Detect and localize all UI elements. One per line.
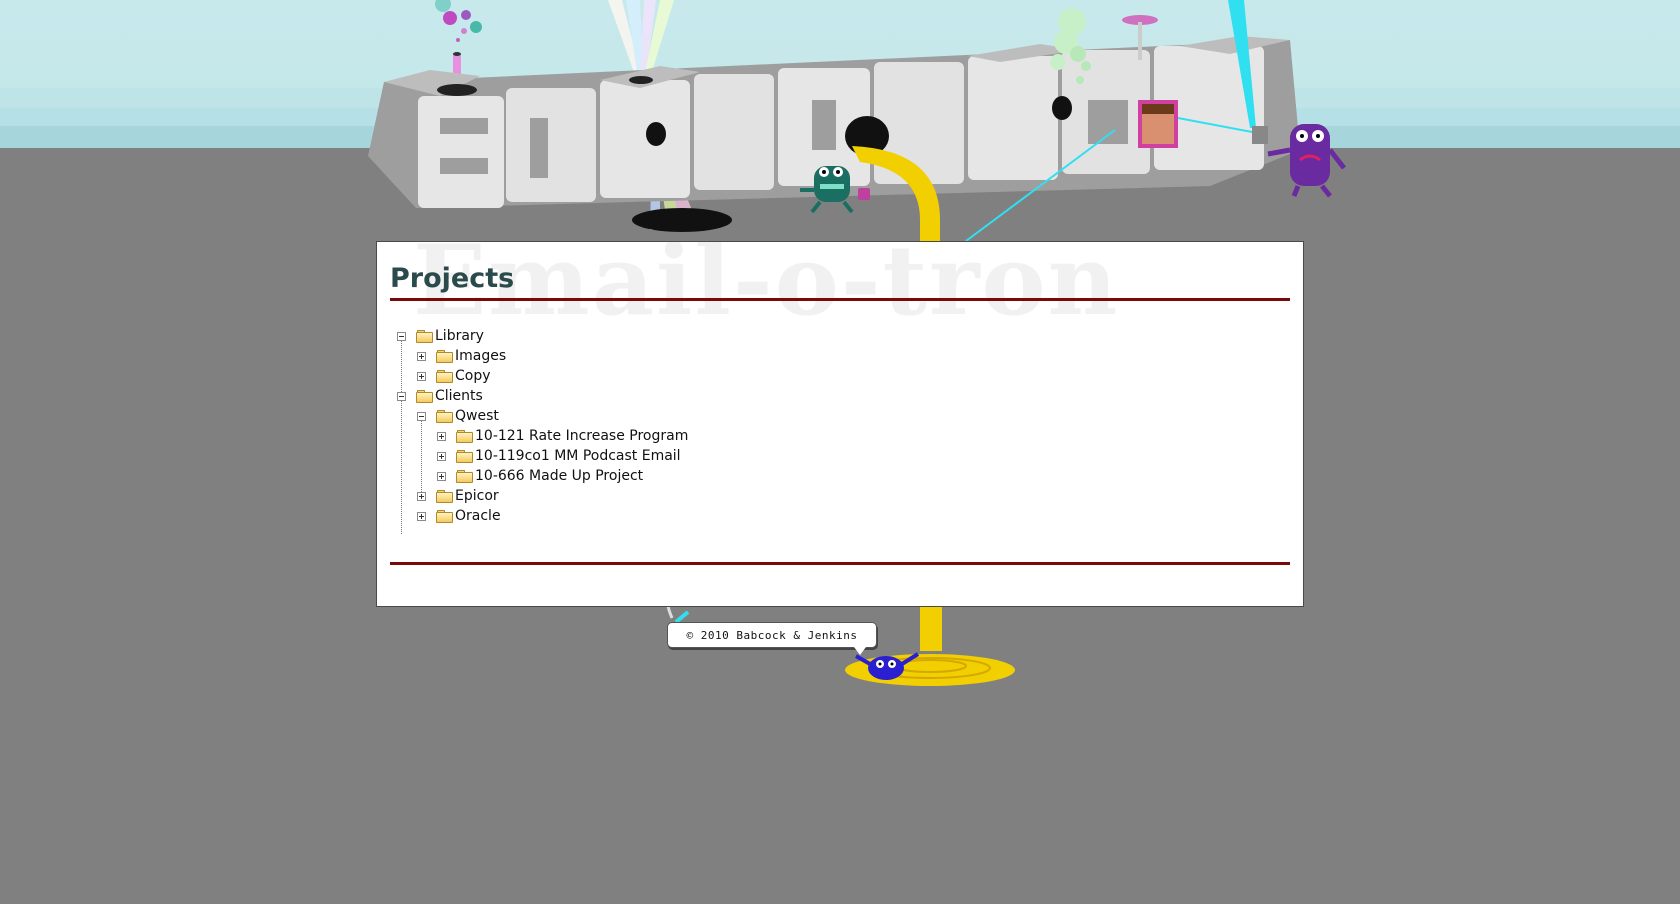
expand-icon[interactable] bbox=[417, 491, 426, 501]
tree-node-project-made-up[interactable]: 10-666 Made Up Project bbox=[437, 466, 643, 486]
folder-icon bbox=[436, 350, 453, 363]
tree-node-project-podcast[interactable]: 10-119co1 MM Podcast Email bbox=[437, 446, 681, 466]
collapse-icon[interactable] bbox=[417, 411, 426, 421]
bottom-divider bbox=[390, 562, 1290, 565]
expand-icon[interactable] bbox=[437, 431, 446, 441]
collapse-icon[interactable] bbox=[397, 391, 406, 401]
tree-node-label[interactable]: Oracle bbox=[455, 508, 501, 524]
tree-node-project-rate-increase[interactable]: 10-121 Rate Increase Program bbox=[437, 426, 688, 446]
copyright-bubble: © 2010 Babcock & Jenkins bbox=[667, 622, 877, 655]
tree-connector bbox=[421, 416, 422, 494]
expand-icon[interactable] bbox=[437, 451, 446, 461]
tree-node-copy[interactable]: Copy bbox=[417, 366, 491, 386]
tree-node-qwest[interactable]: Qwest bbox=[417, 406, 499, 426]
folder-icon bbox=[436, 510, 453, 523]
expand-icon[interactable] bbox=[417, 371, 426, 381]
folder-icon bbox=[456, 450, 473, 463]
folder-icon bbox=[456, 430, 473, 443]
tree-node-label[interactable]: Clients bbox=[435, 388, 483, 404]
folder-icon bbox=[456, 470, 473, 483]
tree-node-label[interactable]: 10-119co1 MM Podcast Email bbox=[475, 448, 681, 464]
tree-node-label[interactable]: Epicor bbox=[455, 488, 499, 504]
tree-node-label[interactable]: 10-121 Rate Increase Program bbox=[475, 428, 688, 444]
project-tree: Library Images Copy Clients Qwest 10-121… bbox=[377, 242, 1303, 606]
tree-node-label[interactable]: Library bbox=[435, 328, 484, 344]
tree-node-label[interactable]: Qwest bbox=[455, 408, 499, 424]
tree-node-library[interactable]: Library bbox=[397, 326, 484, 346]
folder-icon bbox=[416, 330, 433, 343]
folder-icon bbox=[436, 490, 453, 503]
tree-connector bbox=[401, 396, 402, 534]
folder-icon bbox=[416, 390, 433, 403]
tree-node-clients[interactable]: Clients bbox=[397, 386, 483, 406]
expand-icon[interactable] bbox=[417, 351, 426, 361]
tree-node-label[interactable]: Copy bbox=[455, 368, 491, 384]
expand-icon[interactable] bbox=[437, 471, 446, 481]
projects-panel: Email-o-tron Projects Library Images Cop… bbox=[376, 241, 1304, 607]
folder-icon bbox=[436, 370, 453, 383]
tree-node-oracle[interactable]: Oracle bbox=[417, 506, 501, 526]
tree-node-label[interactable]: 10-666 Made Up Project bbox=[475, 468, 643, 484]
tree-node-epicor[interactable]: Epicor bbox=[417, 486, 499, 506]
folder-icon bbox=[436, 410, 453, 423]
portrait-illustration bbox=[1138, 100, 1178, 148]
expand-icon[interactable] bbox=[417, 511, 426, 521]
collapse-icon[interactable] bbox=[397, 331, 406, 341]
tree-node-images[interactable]: Images bbox=[417, 346, 506, 366]
tree-node-label[interactable]: Images bbox=[455, 348, 506, 364]
